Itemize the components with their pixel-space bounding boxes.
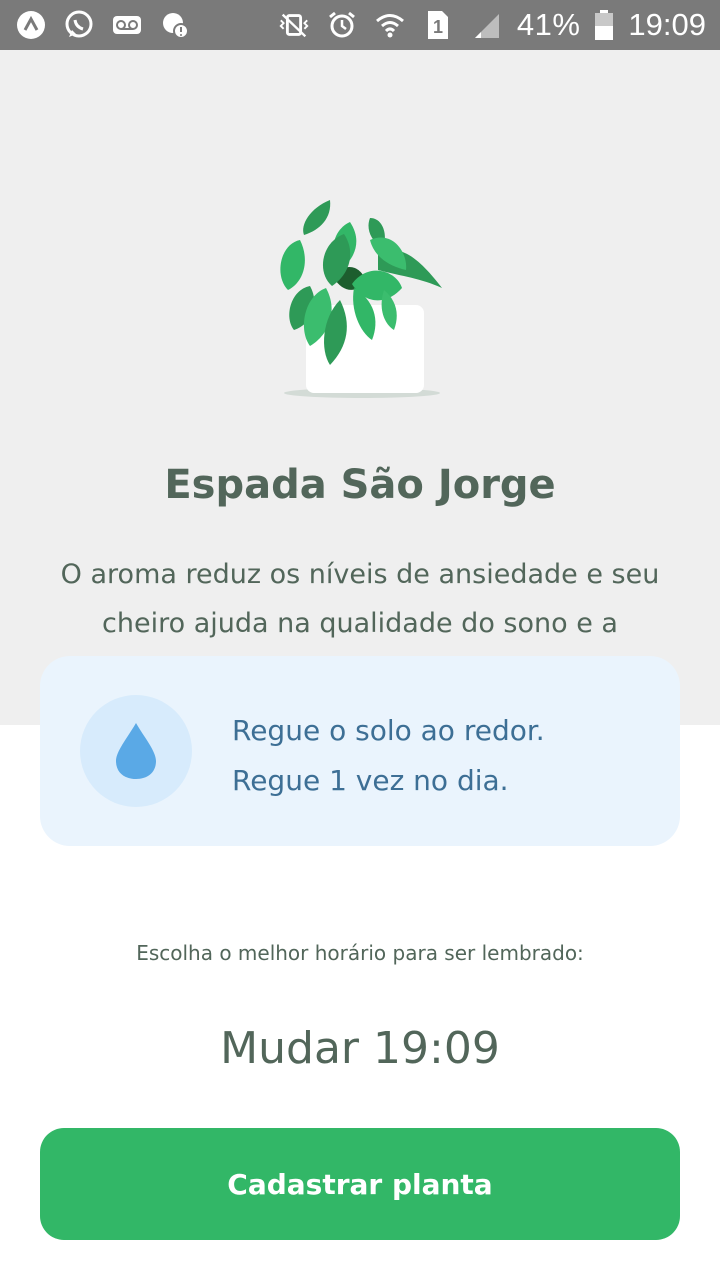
status-time: 19:09 xyxy=(628,7,706,42)
status-bar: 1 41% 19:09 xyxy=(0,0,720,50)
water-tip-line-2: Regue 1 vez no dia. xyxy=(232,764,509,797)
battery-percent: 41% xyxy=(516,7,581,42)
chat-alert-icon xyxy=(158,8,192,42)
wifi-icon xyxy=(373,8,407,42)
reminder-time: 19:09 xyxy=(373,1023,500,1074)
reminder-label: Escolha o melhor horário para ser lembra… xyxy=(136,941,584,965)
water-tips-text: Regue o solo ao redor. Regue 1 vez no di… xyxy=(232,706,652,806)
sim-icon: 1 xyxy=(421,8,455,42)
plant-header: Espada São Jorge O aroma reduz os níveis… xyxy=(0,50,720,725)
whatsapp-icon xyxy=(62,8,96,42)
water-drop-icon xyxy=(116,723,156,779)
water-tips-card: Regue o solo ao redor. Regue 1 vez no di… xyxy=(40,656,680,846)
signal-icon xyxy=(469,8,503,42)
water-tip-line-1: Regue o solo ao redor. xyxy=(232,714,545,747)
plant-name: Espada São Jorge xyxy=(164,462,556,508)
app-a-icon xyxy=(14,8,48,42)
alarm-icon xyxy=(325,8,359,42)
vibrate-icon xyxy=(277,8,311,42)
water-icon-container xyxy=(80,695,192,807)
register-plant-button[interactable]: Cadastrar planta xyxy=(40,1128,680,1240)
potted-plant-illustration xyxy=(270,200,450,405)
voicemail-icon xyxy=(110,8,144,42)
change-time-label: Mudar xyxy=(220,1023,360,1074)
status-bar-left xyxy=(14,8,192,42)
svg-text:1: 1 xyxy=(433,17,443,37)
status-bar-right: 1 41% 19:09 xyxy=(277,7,706,43)
battery-icon xyxy=(594,8,614,42)
time-picker-button[interactable]: Mudar 19:09 xyxy=(0,1023,720,1074)
